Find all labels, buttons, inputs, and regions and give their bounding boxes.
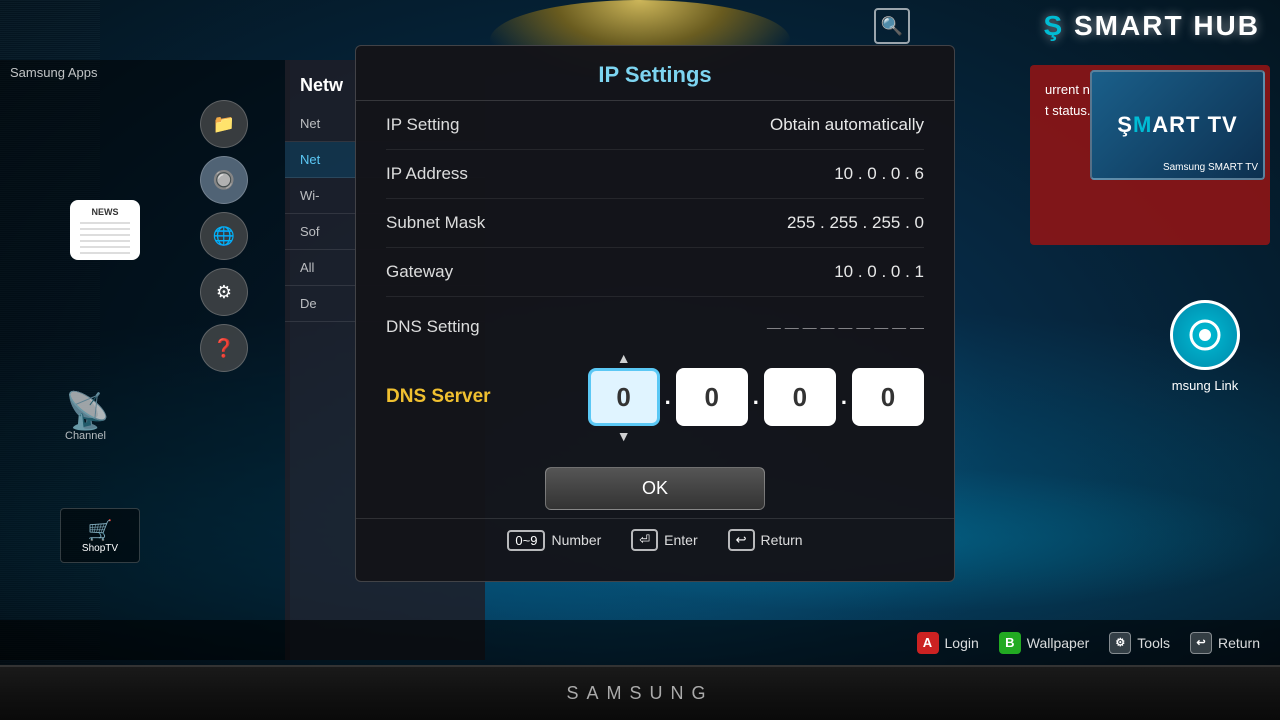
- dns-section: DNS Setting — — — — — — — — — DNS Server…: [386, 297, 924, 457]
- dns-setting-row: DNS Setting — — — — — — — — —: [386, 309, 924, 345]
- samsung-smarttv-thumbnail: ŞMART TV Samsung SMART TV: [1090, 70, 1265, 180]
- dns-input-group-1[interactable]: ▲ 0 ▼: [588, 351, 660, 443]
- dns-setting-label: DNS Setting: [386, 317, 480, 337]
- shoptv-icon[interactable]: 🛒 ShopTV: [60, 508, 140, 563]
- side-nav-network[interactable]: 🔘: [200, 156, 248, 204]
- taskbar-badge-a: A: [917, 632, 939, 654]
- ok-button-container: OK: [356, 457, 954, 510]
- search-button[interactable]: 🔍: [874, 8, 910, 44]
- news-app-icon[interactable]: NEWS: [70, 200, 140, 260]
- ip-setting-label: IP Setting: [386, 115, 459, 135]
- taskbar-badge-tools: ⚙: [1109, 632, 1131, 654]
- ip-settings-dialog: IP Settings IP Setting Obtain automatica…: [355, 45, 955, 582]
- dns-setting-value: — — — — — — — — —: [767, 319, 924, 335]
- subnet-mask-value: 255 . 255 . 255 . 0: [787, 213, 924, 233]
- dns-input-group-3[interactable]: 0: [764, 349, 836, 445]
- taskbar-badge-return: ↩: [1190, 632, 1212, 654]
- taskbar-wallpaper-label: Wallpaper: [1027, 635, 1090, 651]
- ip-address-label: IP Address: [386, 164, 468, 184]
- hint-label-return: Return: [761, 532, 803, 548]
- ip-address-value: 10 . 0 . 0 . 6: [834, 164, 924, 184]
- dns-dot-3: .: [838, 384, 850, 410]
- side-nav: 📁 🔘 🌐 ⚙ ❓: [200, 100, 248, 372]
- ip-setting-value: Obtain automatically: [770, 115, 924, 135]
- gateway-row: Gateway 10 . 0 . 0 . 1: [386, 248, 924, 297]
- gateway-label: Gateway: [386, 262, 453, 282]
- side-nav-folder[interactable]: 📁: [200, 100, 248, 148]
- side-nav-settings[interactable]: ⚙: [200, 268, 248, 316]
- dns-server-label: DNS Server: [386, 386, 491, 408]
- side-nav-help[interactable]: ❓: [200, 324, 248, 372]
- taskbar-return[interactable]: ↩ Return: [1190, 632, 1260, 654]
- dns-dot-2: .: [750, 384, 762, 410]
- news-icon-label: NEWS: [92, 207, 119, 217]
- gateway-value: 10 . 0 . 0 . 1: [834, 262, 924, 282]
- hint-key-enter: ⏎: [631, 529, 658, 551]
- samsung-link-label: msung Link: [1170, 378, 1240, 393]
- taskbar-wallpaper[interactable]: B Wallpaper: [999, 632, 1090, 654]
- dns-input-group-2[interactable]: 0: [676, 349, 748, 445]
- dns-input-box-1[interactable]: 0: [588, 368, 660, 426]
- hint-bar: 0~9 Number ⏎ Enter ↩ Return: [356, 518, 954, 561]
- samsung-smarttv-label: Samsung SMART TV: [1163, 162, 1258, 173]
- ok-button[interactable]: OK: [545, 467, 765, 510]
- ip-setting-row: IP Setting Obtain automatically: [386, 101, 924, 150]
- subnet-mask-label: Subnet Mask: [386, 213, 485, 233]
- dns-input-box-2[interactable]: 0: [676, 368, 748, 426]
- taskbar-badge-b: B: [999, 632, 1021, 654]
- smart-hub-s-letter: Ş: [1044, 10, 1065, 41]
- ip-address-row: IP Address 10 . 0 . 0 . 6: [386, 150, 924, 199]
- dialog-title: IP Settings: [356, 46, 954, 101]
- hint-label-enter: Enter: [664, 532, 697, 548]
- taskbar-return-label: Return: [1218, 635, 1260, 651]
- dns-arrow-down-1[interactable]: ▼: [617, 429, 631, 443]
- samsung-link-icon[interactable]: [1170, 300, 1240, 370]
- samsung-apps-label: Samsung Apps: [10, 65, 97, 80]
- dns-input-box-3[interactable]: 0: [764, 368, 836, 426]
- hint-label-number: Number: [551, 532, 601, 548]
- side-nav-globe[interactable]: 🌐: [200, 212, 248, 260]
- network-status-text2: t status.: [1045, 103, 1091, 118]
- dns-input-group-4[interactable]: 0: [852, 349, 924, 445]
- shoptv-label: ShopTV: [82, 543, 118, 554]
- samsung-logo: SAMSUNG: [566, 683, 713, 704]
- hint-number: 0~9 Number: [507, 530, 601, 551]
- subnet-mask-row: Subnet Mask 255 . 255 . 255 . 0: [386, 199, 924, 248]
- samsung-link-area[interactable]: msung Link: [1170, 300, 1240, 393]
- dns-server-row: DNS Server ▲ 0 ▼ . 0 .: [386, 345, 924, 457]
- taskbar-login[interactable]: A Login: [917, 632, 979, 654]
- smart-hub-text: SMART HUB: [1074, 10, 1260, 41]
- taskbar-login-label: Login: [945, 635, 979, 651]
- smart-hub-logo: Ş SMART HUB: [1044, 10, 1260, 42]
- dns-arrow-up-1[interactable]: ▲: [617, 351, 631, 365]
- dns-inputs: ▲ 0 ▼ . 0 . 0: [588, 349, 924, 445]
- hint-return: ↩ Return: [728, 529, 803, 551]
- dialog-body: IP Setting Obtain automatically IP Addre…: [356, 101, 954, 457]
- taskbar: A Login B Wallpaper ⚙ Tools ↩ Return: [0, 620, 1280, 665]
- hint-key-number: 0~9: [507, 530, 545, 551]
- tv-frame-bottom: SAMSUNG: [0, 665, 1280, 720]
- taskbar-tools-label: Tools: [1137, 635, 1170, 651]
- dns-input-box-4[interactable]: 0: [852, 368, 924, 426]
- hint-key-return: ↩: [728, 529, 755, 551]
- channel-icon[interactable]: 📡: [65, 390, 110, 432]
- hint-enter: ⏎ Enter: [631, 529, 697, 551]
- dns-dot-1: .: [662, 384, 674, 410]
- taskbar-tools[interactable]: ⚙ Tools: [1109, 632, 1170, 654]
